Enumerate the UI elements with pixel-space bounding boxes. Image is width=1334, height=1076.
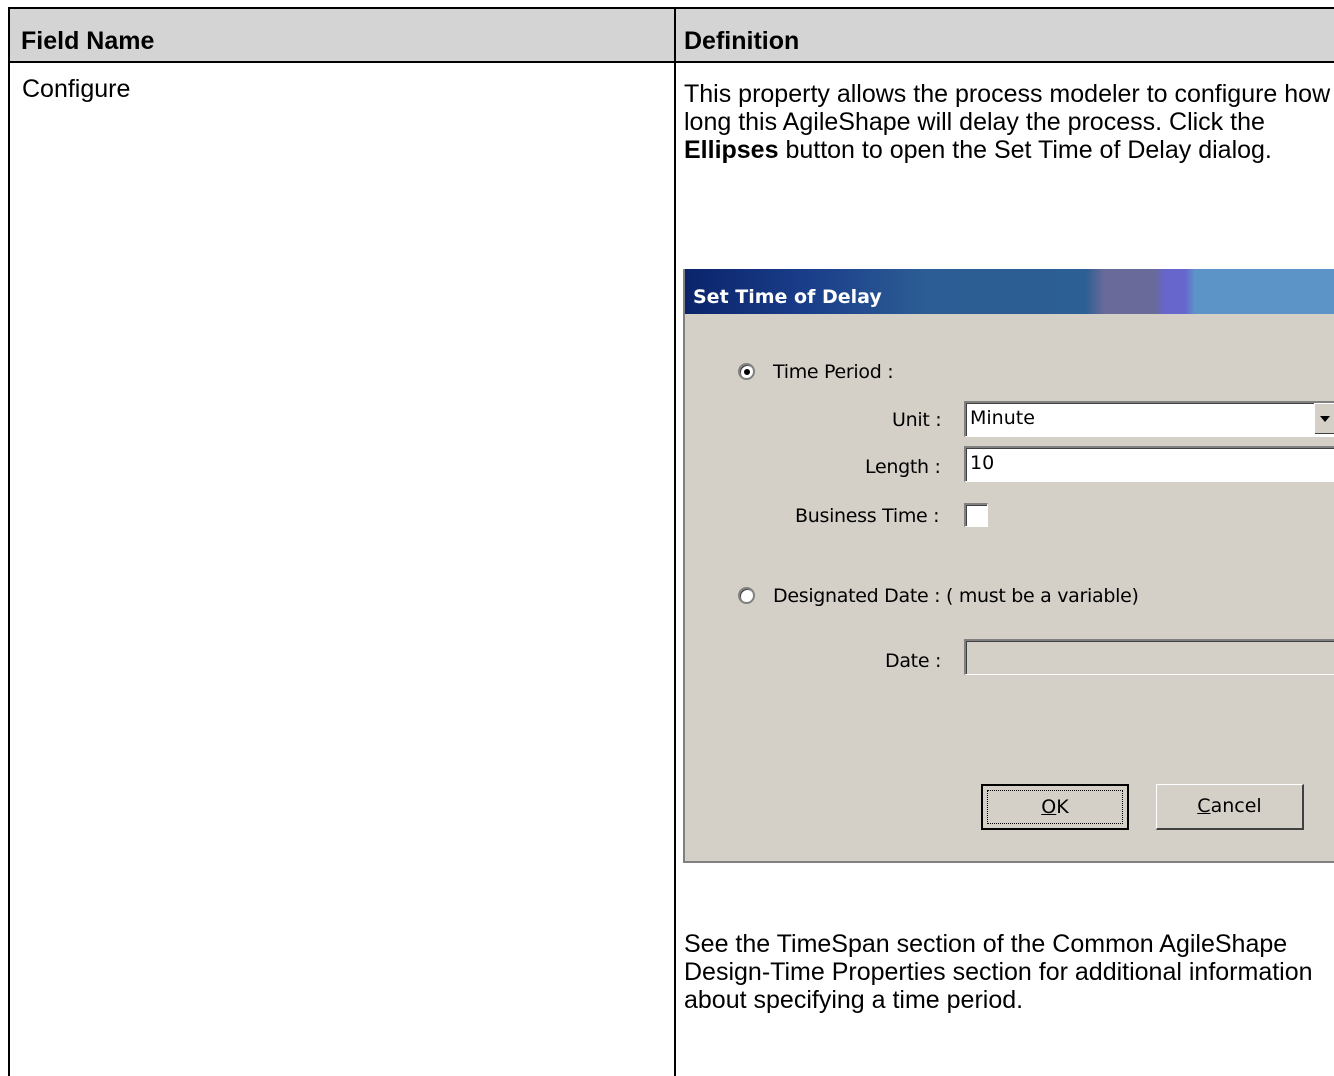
field-name-cell: Configure xyxy=(22,75,131,103)
length-input[interactable]: 10 xyxy=(964,446,1334,482)
cancel-button[interactable]: Cancel xyxy=(1156,784,1304,830)
business-time-checkbox[interactable] xyxy=(964,503,988,527)
definition-footer: See the TimeSpan section of the Common A… xyxy=(684,930,1313,1014)
unit-label: Unit : xyxy=(892,409,942,431)
date-input[interactable] xyxy=(964,639,1334,675)
dialog-titlebar: Set Time of Delay xyxy=(685,269,1334,314)
table-left-border xyxy=(8,7,10,1076)
business-time-label: Business Time : xyxy=(795,505,940,527)
definition-header: Definition xyxy=(684,27,800,55)
designated-date-radio[interactable] xyxy=(738,587,755,604)
field-name-header: Field Name xyxy=(21,27,155,55)
definition-intro: This property allows the process modeler… xyxy=(684,80,1331,164)
ellipses-term: Ellipses xyxy=(684,136,779,164)
table-top-border xyxy=(8,7,1334,9)
unit-value: Minute xyxy=(970,407,1035,429)
length-label: Length : xyxy=(865,456,941,478)
designated-date-label: Designated Date : ( must be a variable) xyxy=(773,585,1139,607)
unit-select[interactable]: Minute xyxy=(964,401,1334,437)
ok-button[interactable]: OK xyxy=(981,784,1129,830)
table-header-row: Field Name Definition xyxy=(9,8,1334,62)
date-label: Date : xyxy=(885,650,942,672)
time-period-label: Time Period : xyxy=(773,361,894,383)
dialog-title: Set Time of Delay xyxy=(693,286,882,308)
time-period-radio[interactable] xyxy=(738,363,755,380)
set-time-of-delay-dialog: Set Time of Delay Time Period : Unit : M… xyxy=(683,269,1334,863)
focus-rectangle xyxy=(987,790,1123,824)
length-value: 10 xyxy=(970,452,995,474)
radio-selected-dot xyxy=(744,369,750,375)
column-divider xyxy=(674,7,676,1076)
header-bottom-border xyxy=(8,61,1334,63)
chevron-down-icon[interactable] xyxy=(1314,403,1334,434)
